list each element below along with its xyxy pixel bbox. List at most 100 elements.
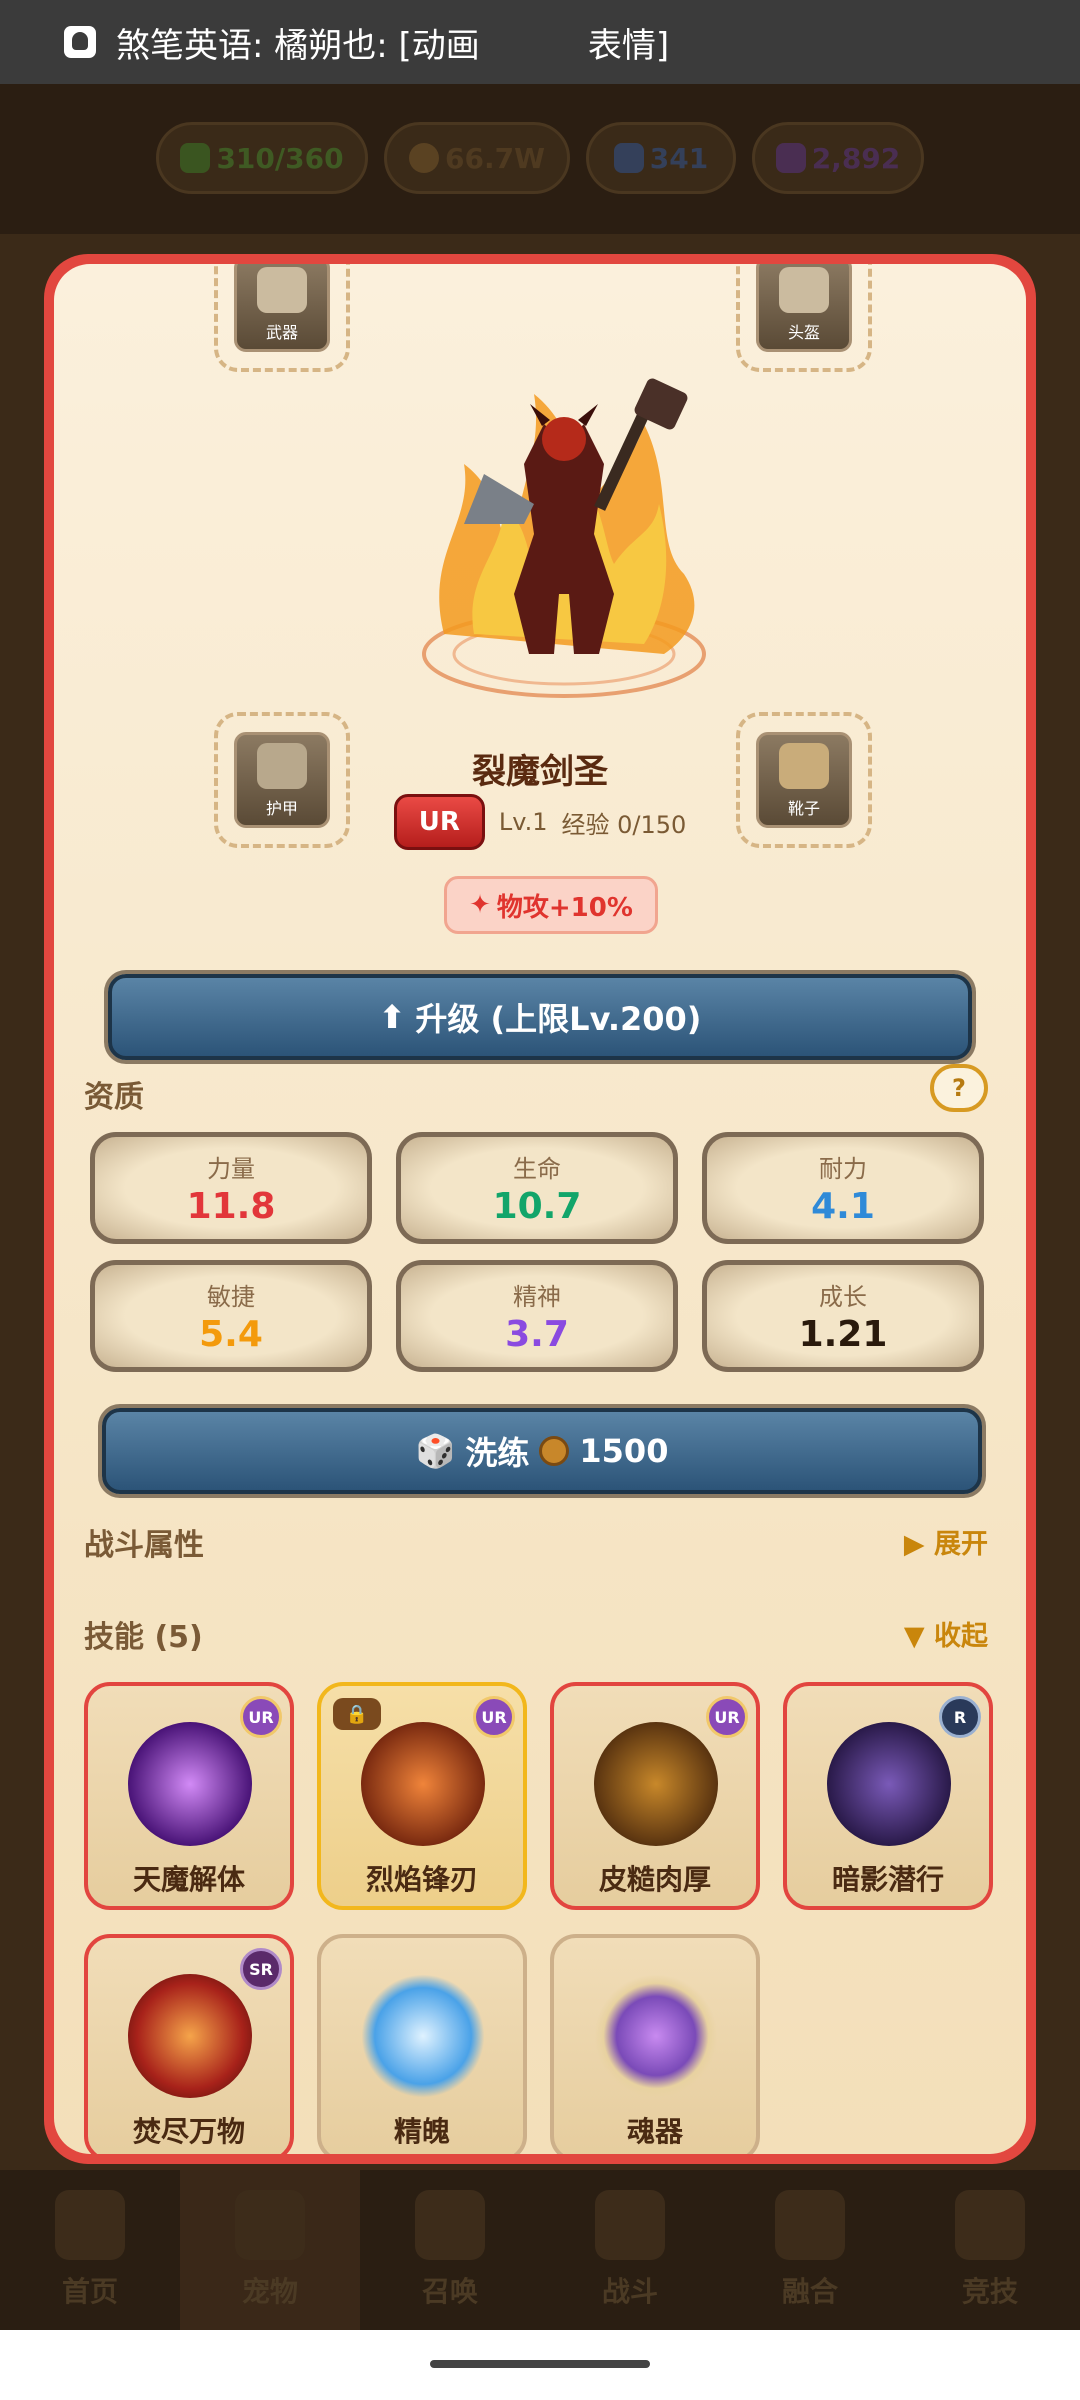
gold-resource[interactable]: 66.7W <box>384 122 570 194</box>
crystal-resource[interactable]: 2,892 <box>752 122 924 194</box>
stat-value: 3.7 <box>505 1314 569 1355</box>
hero-exp: 经验 0/150 <box>561 810 687 839</box>
pet-detail-panel: 武器 头盔 护甲 靴子 裂魔剑圣 UR Lv.1 经验 0/150 ✦ 物攻+1… <box>44 254 1036 2164</box>
skill-name: 魂器 <box>626 2115 683 2148</box>
hero-name: 裂魔剑圣 <box>472 752 608 792</box>
spirit-essence-icon <box>361 1974 485 2098</box>
reroll-button[interactable]: 🎲 洗练 1500 <box>102 1408 982 1494</box>
gem-icon <box>613 143 644 173</box>
stat-label: 力量 <box>207 1155 255 1183</box>
rarity-badge: UR <box>240 1696 282 1738</box>
castle-icon <box>55 2190 125 2260</box>
weapon-slot[interactable]: 武器 <box>214 264 350 372</box>
stat-agility: 敏捷 5.4 <box>90 1260 372 1372</box>
trophy-icon <box>955 2190 1025 2260</box>
nav-arena[interactable]: 竞技 <box>900 2170 1080 2330</box>
weapon-slot-label: 武器 <box>265 323 298 342</box>
rarity-badge: SR <box>240 1948 282 1990</box>
nav-fusion[interactable]: 融合 <box>720 2170 900 2330</box>
dragon-icon <box>775 2190 845 2260</box>
stat-spirit: 精神 3.7 <box>396 1260 678 1372</box>
skill-card[interactable]: 精魄 <box>317 1934 527 2154</box>
nav-summon[interactable]: 召唤 <box>360 2170 540 2330</box>
skill-card[interactable]: 魂器 <box>550 1934 760 2154</box>
nav-battle[interactable]: 战斗 <box>540 2170 720 2330</box>
hero-level: Lv.1 <box>498 808 548 836</box>
aptitude-title: 资质 <box>84 1080 144 1115</box>
stat-value: 10.7 <box>492 1186 582 1227</box>
stat-value: 1.21 <box>798 1314 888 1355</box>
helmet-slot-label: 头盔 <box>787 323 820 342</box>
home-indicator[interactable] <box>430 2360 650 2368</box>
skill-name: 精魄 <box>393 2115 450 2148</box>
paw-icon <box>235 2190 305 2260</box>
battle-attr-title: 战斗属性 <box>84 1528 204 1563</box>
skill-name: 暗影潜行 <box>831 1863 944 1896</box>
pet-detail-content: 武器 头盔 护甲 靴子 裂魔剑圣 UR Lv.1 经验 0/150 ✦ 物攻+1… <box>54 264 1026 2154</box>
help-button[interactable]: ? <box>930 1064 988 1112</box>
sparkle-icon: ✦ <box>469 890 491 920</box>
notification-text: 煞笔英语: 橘朔也: [动画 表情] <box>116 25 670 66</box>
stat-endurance: 耐力 4.1 <box>702 1132 984 1244</box>
gem-resource[interactable]: 341 <box>586 122 736 194</box>
lightning-icon <box>180 143 211 173</box>
gem-value: 341 <box>649 141 709 175</box>
skill-name: 天魔解体 <box>132 1863 245 1896</box>
skill-card[interactable]: UR 天魔解体 <box>84 1682 294 1910</box>
nav-label: 首页 <box>61 2275 118 2308</box>
stat-label: 精神 <box>513 1283 561 1311</box>
upgrade-button[interactable]: ⬆ 升级 (上限Lv.200) <box>108 974 972 1060</box>
reroll-label: 洗练 <box>465 1434 530 1472</box>
nav-label: 战斗 <box>601 2275 658 2308</box>
skill-name: 皮糙肉厚 <box>598 1863 711 1896</box>
scroll-icon <box>415 2190 485 2260</box>
notification-bar[interactable]: 煞笔英语: 橘朔也: [动画 表情] <box>0 0 1080 84</box>
hero-meta: UR Lv.1 经验 0/150 <box>54 794 1026 850</box>
soul-vessel-icon <box>594 1974 718 2098</box>
skill-card[interactable]: R 暗影潜行 <box>783 1682 993 1910</box>
energy-resource[interactable]: 310/360 <box>156 122 368 194</box>
crystal-icon <box>775 143 806 173</box>
collapse-toggle[interactable]: ▼ 收起 <box>904 1614 988 1653</box>
stat-value: 11.8 <box>186 1186 276 1227</box>
stat-label: 敏捷 <box>207 1283 255 1311</box>
rarity-badge: R <box>939 1696 981 1738</box>
nav-label: 宠物 <box>241 2275 298 2308</box>
burn-all-icon <box>128 1974 252 2098</box>
helmet-icon <box>779 267 829 313</box>
arrow-up-icon: ⬆ <box>378 998 406 1036</box>
bottom-nav: 首页 宠物 召唤 战斗 融合 竞技 <box>0 2170 1080 2330</box>
dice-icon: 🎲 <box>415 1432 456 1470</box>
stat-growth: 成长 1.21 <box>702 1260 984 1372</box>
gold-value: 66.7W <box>445 141 545 175</box>
qq-icon <box>64 26 96 58</box>
stat-strength: 力量 11.8 <box>90 1132 372 1244</box>
flame-blade-icon <box>361 1722 485 1846</box>
crystal-value: 2,892 <box>811 141 901 175</box>
skill-card[interactable]: UR 皮糙肉厚 <box>550 1682 760 1910</box>
rarity-badge: UR <box>706 1696 748 1738</box>
stat-label: 成长 <box>819 1283 867 1311</box>
shadow-stealth-icon <box>827 1722 951 1846</box>
skill-card[interactable]: SR 焚尽万物 <box>84 1934 294 2154</box>
rarity-badge: UR <box>393 794 485 850</box>
nav-home[interactable]: 首页 <box>0 2170 180 2330</box>
stat-label: 耐力 <box>819 1155 867 1183</box>
buff-badge: ✦ 物攻+10% <box>444 876 658 934</box>
demon-release-icon <box>128 1722 252 1846</box>
stat-hp: 生命 10.7 <box>396 1132 678 1244</box>
rarity-badge: UR <box>473 1696 515 1738</box>
buff-text: 物攻+10% <box>496 892 633 923</box>
reroll-cost: 1500 <box>579 1432 669 1470</box>
nav-label: 融合 <box>781 2275 838 2308</box>
lock-icon: 🔒 <box>333 1698 381 1730</box>
stat-value: 4.1 <box>811 1186 875 1227</box>
thick-skin-icon <box>594 1722 718 1846</box>
coin-icon <box>539 1436 570 1466</box>
expand-toggle[interactable]: ▶ 展开 <box>904 1522 988 1561</box>
hero-portrait[interactable] <box>404 334 724 714</box>
skill-card[interactable]: 🔒 UR 烈焰锋刃 <box>317 1682 527 1910</box>
helmet-slot[interactable]: 头盔 <box>736 264 872 372</box>
weapon-icon <box>257 267 307 313</box>
nav-pets[interactable]: 宠物 <box>180 2170 360 2330</box>
